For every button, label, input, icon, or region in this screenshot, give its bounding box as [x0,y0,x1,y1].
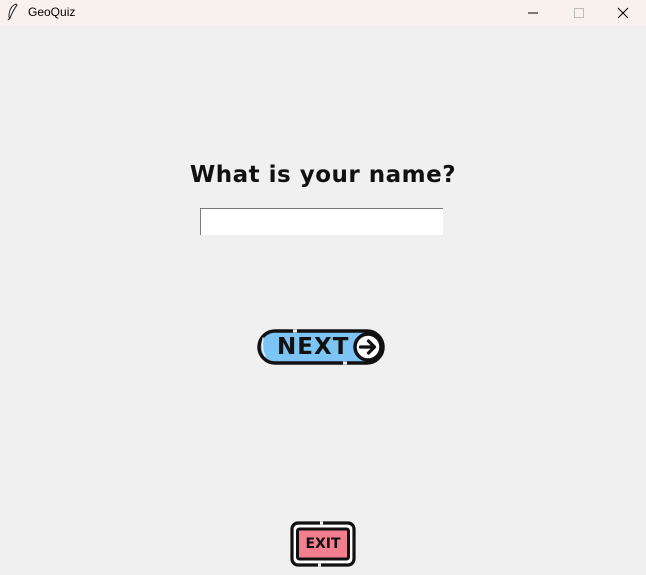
question-label: What is your name? [189,162,457,188]
minimize-icon [528,12,538,13]
maximize-icon [574,7,584,18]
feather-icon [7,3,18,21]
app-window: GeoQuiz What is your name? NEXT EXIT [0,0,646,575]
arrow-right-circle-icon [353,332,383,362]
next-button[interactable] [257,329,387,365]
name-input[interactable] [200,208,443,235]
title-bar: GeoQuiz [0,0,646,25]
exit-button[interactable] [290,521,356,567]
minimize-button[interactable] [510,0,556,25]
maximize-button[interactable] [556,0,602,25]
close-button[interactable] [600,0,646,25]
close-icon [617,7,629,18]
window-title: GeoQuiz [28,5,76,19]
